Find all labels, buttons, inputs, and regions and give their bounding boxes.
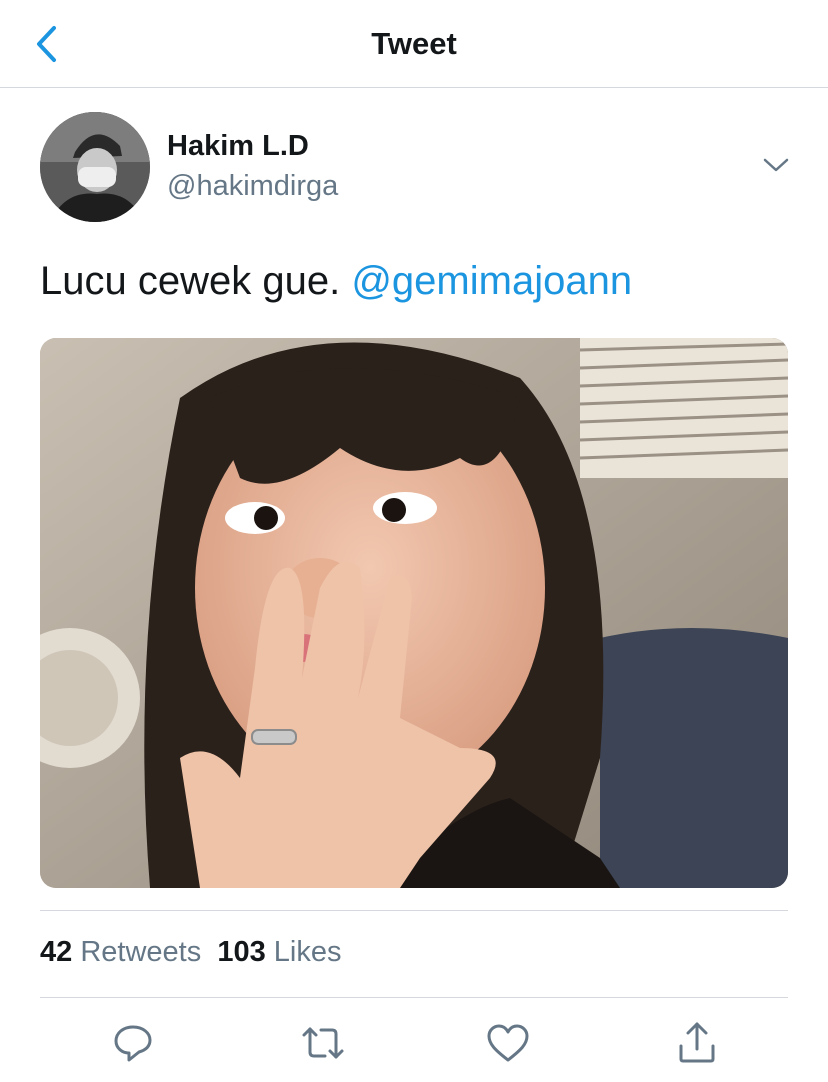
- divider: [40, 997, 788, 998]
- avatar[interactable]: [40, 112, 150, 222]
- author-handle[interactable]: @hakimdirga: [167, 170, 338, 203]
- retweets-stat[interactable]: 42 Retweets: [40, 936, 201, 968]
- divider: [40, 910, 788, 911]
- reply-button[interactable]: [108, 1018, 158, 1068]
- selfie-photo: [40, 338, 788, 888]
- avatar-photo: [40, 112, 150, 222]
- retweet-button[interactable]: [298, 1018, 348, 1068]
- top-navigation-bar: Tweet: [0, 0, 828, 88]
- mention-link[interactable]: @gemimajoann: [351, 259, 632, 303]
- author-display-name[interactable]: Hakim L.D: [167, 130, 309, 163]
- more-options-button[interactable]: [760, 152, 792, 178]
- tweet-media-photo[interactable]: [40, 338, 788, 888]
- likes-count: 103: [217, 936, 266, 968]
- share-icon: [679, 1022, 715, 1063]
- like-button[interactable]: [483, 1018, 533, 1068]
- tweet-text: Lucu cewek gue. @gemimajoann: [40, 259, 632, 304]
- retweets-count: 42: [40, 936, 73, 968]
- tweet-stats: 42 Retweets 103 Likes: [40, 936, 342, 969]
- chevron-down-icon: [763, 158, 789, 172]
- reply-icon: [114, 1025, 152, 1062]
- retweet-icon: [302, 1027, 344, 1059]
- page-title: Tweet: [371, 26, 457, 61]
- tweet-body-text: Lucu cewek gue.: [40, 259, 341, 303]
- likes-label: Likes: [273, 936, 342, 968]
- share-button[interactable]: [672, 1018, 722, 1068]
- window-blinds: [579, 338, 788, 478]
- likes-stat[interactable]: 103 Likes: [217, 936, 341, 968]
- retweets-label: Retweets: [80, 936, 202, 968]
- like-icon: [487, 1024, 529, 1062]
